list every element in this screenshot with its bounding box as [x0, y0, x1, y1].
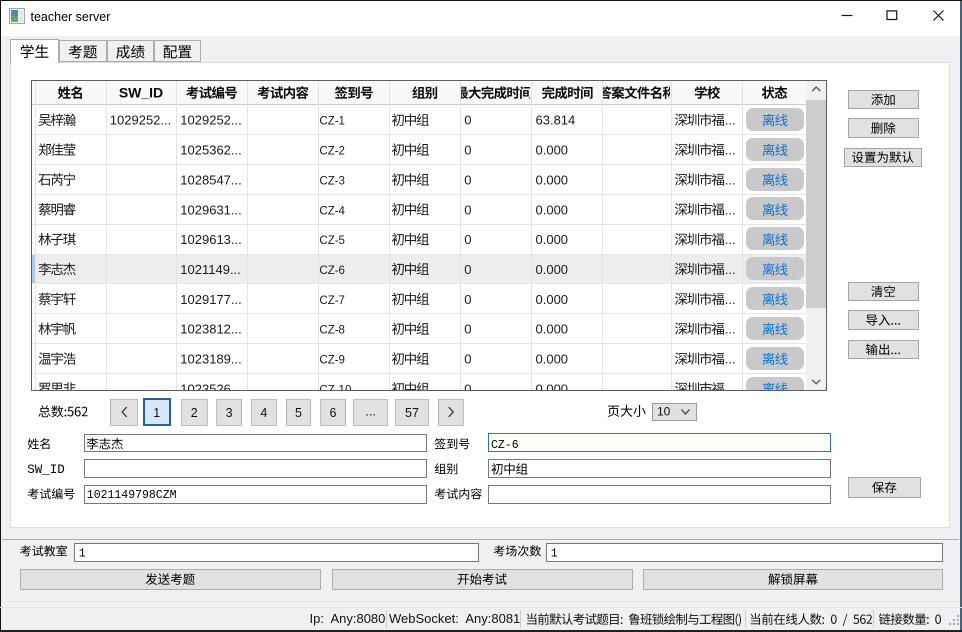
- svg-text:6: 6: [330, 406, 337, 420]
- svg-text:WebSocket: Any:8081: WebSocket: Any:8081: [389, 611, 520, 626]
- svg-text:CZ-6: CZ-6: [491, 439, 519, 452]
- svg-text:5: 5: [295, 406, 302, 420]
- svg-text:2: 2: [191, 406, 198, 420]
- svg-text:10: 10: [657, 405, 671, 419]
- svg-text:...: ...: [365, 404, 375, 418]
- svg-text:1021149798CZM: 1021149798CZM: [87, 489, 177, 502]
- svg-text:1: 1: [153, 406, 160, 420]
- svg-text:3: 3: [226, 406, 233, 420]
- svg-text:1: 1: [551, 547, 558, 560]
- svg-text:57: 57: [405, 406, 419, 420]
- svg-text:4: 4: [260, 406, 267, 420]
- svg-text:1: 1: [79, 547, 86, 560]
- svg-text:teacher server: teacher server: [31, 10, 111, 24]
- svg-text:SW_ID: SW_ID: [27, 463, 65, 477]
- svg-text:Ip: Any:8080: Ip: Any:8080: [310, 611, 386, 626]
